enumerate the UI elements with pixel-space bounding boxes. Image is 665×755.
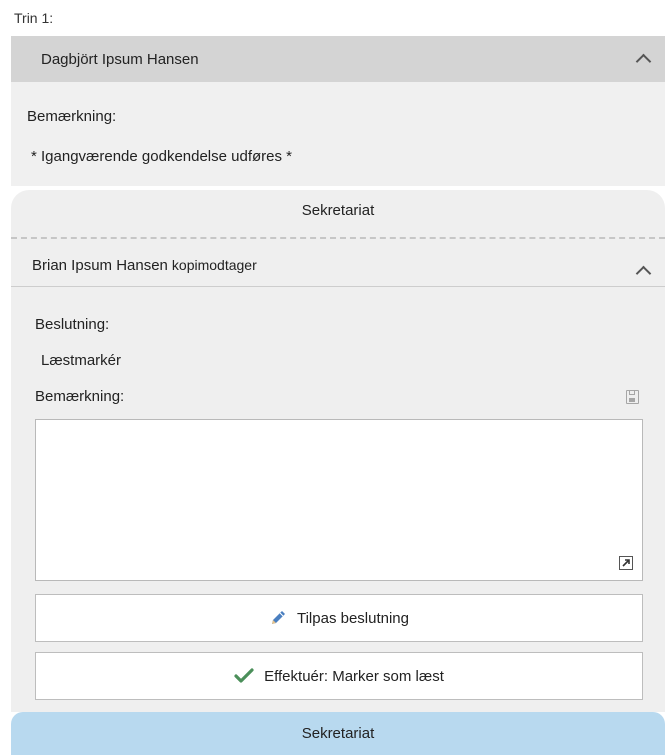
mark-as-read-label: Effektuér: Marker som læst <box>264 667 444 685</box>
chevron-up-icon[interactable] <box>635 53 652 70</box>
adjust-decision-button[interactable]: Tilpas beslutning <box>35 594 643 642</box>
remark-label: Bemærkning: <box>27 108 117 125</box>
save-icon[interactable] <box>626 390 639 404</box>
expand-icon[interactable] <box>619 556 633 570</box>
pencil-icon <box>269 609 287 627</box>
step-label: Trin 1: <box>14 10 54 26</box>
divider <box>11 286 665 287</box>
recipient-role: kopimodtager <box>171 257 257 273</box>
card-title: Sekretariat <box>301 202 375 219</box>
secretariat-bar[interactable]: Sekretariat <box>11 712 665 755</box>
check-icon <box>234 668 254 684</box>
adjust-decision-label: Tilpas beslutning <box>296 609 409 627</box>
recipient-header[interactable]: Brian Ipsum Hansen kopimodtager <box>32 257 257 274</box>
secretariat-card: Sekretariat Brian Ipsum Hansen kopimodtag… <box>11 190 665 712</box>
remark-text: * Igangværende godkendelse udføres * <box>31 148 293 165</box>
dashed-divider <box>11 237 665 239</box>
approver-details: Bemærkning: * Igangværende godkendelse u… <box>11 82 665 186</box>
mark-as-read-button[interactable]: Effektuér: Marker som læst <box>35 652 643 700</box>
chevron-up-icon[interactable] <box>635 265 652 282</box>
approver-name: Dagbjört Ipsum Hansen <box>41 51 199 68</box>
recipient-name: Brian Ipsum Hansen <box>32 257 168 274</box>
remark-label: Bemærkning: <box>35 388 125 405</box>
remark-textarea[interactable] <box>35 419 643 581</box>
decision-value: Læstmarkér <box>41 352 122 369</box>
decision-label: Beslutning: <box>35 316 110 333</box>
approver-header-dagbjort[interactable]: Dagbjört Ipsum Hansen <box>11 36 665 82</box>
